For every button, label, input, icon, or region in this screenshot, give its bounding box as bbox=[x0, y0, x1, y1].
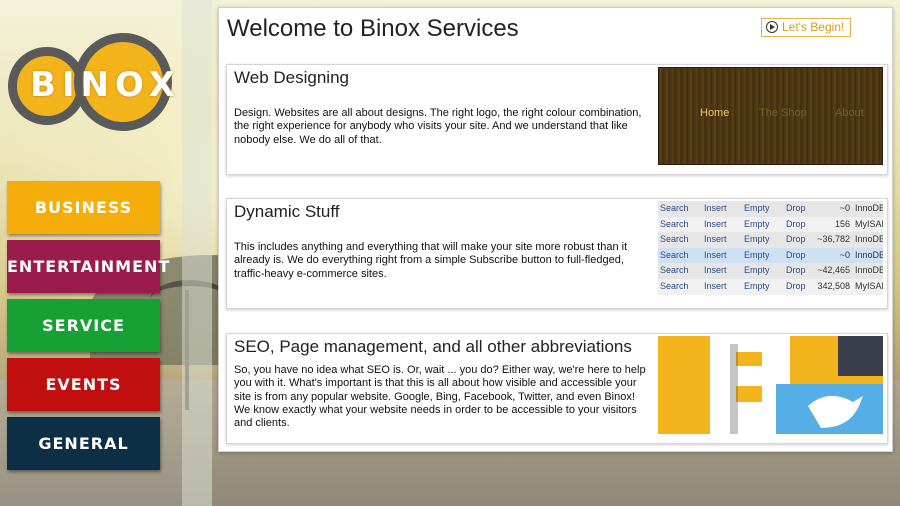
db-empty: Empty bbox=[744, 203, 770, 213]
db-engine: InnoDB bbox=[855, 203, 883, 213]
logo-text: BINOX bbox=[30, 65, 181, 105]
db-search: Search bbox=[660, 249, 689, 260]
db-drop: Drop bbox=[786, 265, 806, 276]
db-insert: Insert bbox=[704, 265, 727, 276]
binox-blocks-image bbox=[658, 336, 883, 434]
db-empty: Empty bbox=[744, 281, 770, 291]
lets-begin-label: Let's Begin! bbox=[782, 20, 845, 34]
db-empty: Empty bbox=[744, 234, 770, 245]
db-row: Search Insert Empty Drop ~42,465 InnoDB bbox=[658, 263, 883, 280]
db-row: Search Insert Empty Drop ~36,782 InnoDB bbox=[658, 232, 883, 249]
wood-menu-shop: The Shop bbox=[759, 107, 807, 119]
db-drop: Drop bbox=[786, 249, 806, 260]
database-table-image: Search Insert Empty Drop ~0 InnoDB Search Inser… bbox=[658, 201, 883, 299]
db-search: Search bbox=[660, 218, 689, 229]
card-dynamic-stuff: Dynamic Stuff This includes anything and… bbox=[226, 198, 888, 309]
db-count: ~0 bbox=[839, 249, 850, 260]
db-drop: Drop bbox=[786, 281, 806, 291]
db-row: Search Insert Empty Drop ~0 InnoDB bbox=[658, 247, 883, 264]
db-count: 156 bbox=[834, 218, 850, 229]
db-insert: Insert bbox=[704, 249, 727, 260]
nav-item-general[interactable]: GENERAL bbox=[7, 417, 160, 470]
card-text: Design. Websites are all about designs. … bbox=[234, 107, 642, 146]
card-text: This includes anything and everything th… bbox=[234, 241, 628, 280]
db-search: Search bbox=[660, 281, 689, 291]
db-engine: InnoDB bbox=[855, 265, 883, 276]
card-title: Web Designing bbox=[234, 68, 349, 87]
page-title: Welcome to Binox Services bbox=[227, 15, 519, 42]
card-text: So, you have no idea what SEO is. Or, wa… bbox=[234, 364, 646, 430]
db-row: Search Insert Empty Drop 156 MyISAM bbox=[658, 216, 883, 233]
db-drop: Drop bbox=[786, 218, 806, 229]
card-title: SEO, Page management, and all other abbr… bbox=[234, 337, 632, 356]
db-insert: Insert bbox=[704, 281, 727, 291]
gutter-strip bbox=[182, 0, 212, 506]
db-count: ~36,782 bbox=[817, 234, 850, 245]
db-empty: Empty bbox=[744, 218, 770, 229]
db-search: Search bbox=[660, 265, 689, 276]
db-insert: Insert bbox=[704, 203, 727, 213]
nav-item-entertainment[interactable]: ENTERTAINMENT bbox=[7, 240, 169, 293]
card-title: Dynamic Stuff bbox=[234, 202, 340, 221]
nav-item-service[interactable]: SERVICE bbox=[7, 299, 160, 352]
db-drop: Drop bbox=[786, 203, 806, 213]
db-engine: MyISAM bbox=[855, 218, 883, 229]
nav-item-events[interactable]: EVENTS bbox=[7, 358, 160, 411]
db-search: Search bbox=[660, 203, 689, 213]
db-count: ~0 bbox=[839, 203, 850, 213]
nav-item-business[interactable]: BUSINESS bbox=[7, 181, 160, 234]
wood-menu-image: Home The Shop About bbox=[658, 67, 883, 165]
main-nav: BUSINESS ENTERTAINMENT SERVICE EVENTS GE… bbox=[7, 181, 169, 476]
db-engine: InnoDB bbox=[855, 249, 883, 260]
db-empty: Empty bbox=[744, 249, 770, 260]
db-row: Search Insert Empty Drop 342,508 MyISAM bbox=[658, 279, 883, 295]
db-engine: InnoDB bbox=[855, 234, 883, 245]
card-web-designing: Web Designing Design. Websites are all a… bbox=[226, 64, 888, 175]
main-panel: Welcome to Binox Services Let's Begin! W… bbox=[218, 7, 893, 452]
db-empty: Empty bbox=[744, 265, 770, 276]
db-count: ~42,465 bbox=[817, 265, 850, 276]
db-search: Search bbox=[660, 234, 689, 245]
binox-logo[interactable]: BINOX bbox=[8, 33, 181, 131]
db-count: 342,508 bbox=[817, 281, 850, 291]
wood-menu-home: Home bbox=[700, 107, 730, 119]
db-drop: Drop bbox=[786, 234, 806, 245]
db-insert: Insert bbox=[704, 234, 727, 245]
card-seo: SEO, Page management, and all other abbr… bbox=[226, 333, 888, 444]
play-circle-icon bbox=[766, 21, 778, 33]
blocks-graphic bbox=[658, 336, 883, 434]
lets-begin-button[interactable]: Let's Begin! bbox=[761, 18, 851, 37]
db-row: Search Insert Empty Drop ~0 InnoDB bbox=[658, 201, 883, 217]
wood-menu-about: About bbox=[835, 107, 864, 119]
db-insert: Insert bbox=[704, 218, 727, 229]
db-engine: MyISAM bbox=[855, 281, 883, 291]
